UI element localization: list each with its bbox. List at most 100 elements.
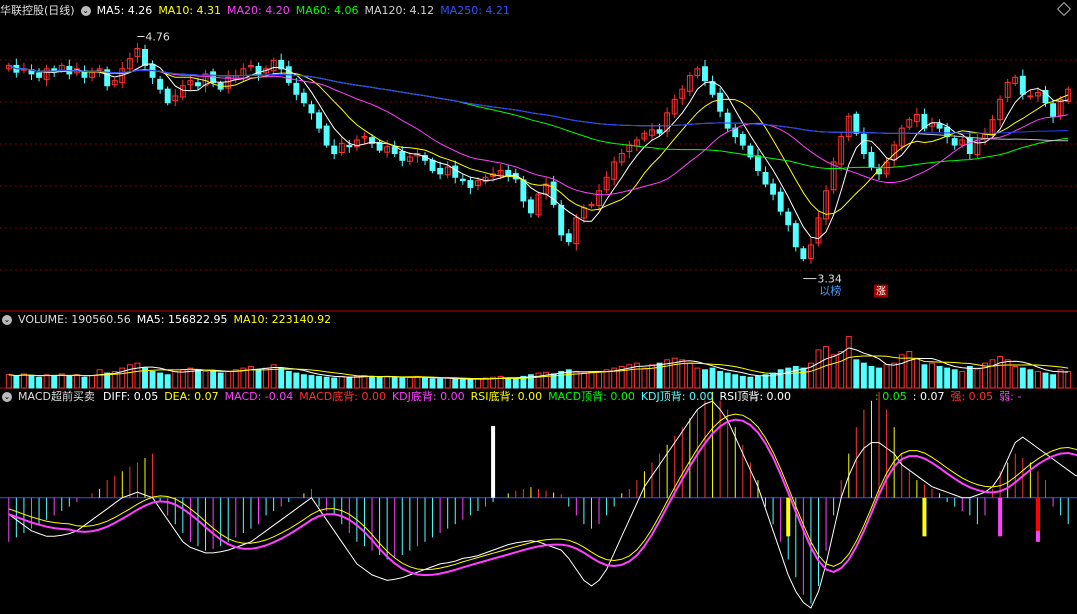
volume-bar [603,369,610,389]
candle-body [399,150,406,161]
candle-body [308,104,315,114]
candle-body [467,180,474,188]
volume-bar [300,374,307,389]
diff-line [8,400,1077,609]
candle-body [853,113,860,134]
volume-bar [906,351,913,389]
volume-bar [989,359,996,389]
volume-bar [96,369,103,389]
tag-label: 以榜 [819,284,841,298]
volume-bar [225,370,232,389]
candle-body [293,82,300,95]
volume-bar [1019,367,1026,389]
candle-body [558,204,565,236]
toggle-chevron-icon[interactable]: ⌄ [80,6,91,16]
candle-body [164,88,171,104]
value1-label: : 0.05 [875,390,907,403]
volume-bar [414,375,421,389]
signal-bar [998,497,1003,537]
volume-bar [58,373,65,389]
volume-bar [1034,370,1041,389]
volume-bar [5,374,12,389]
volume-bar [157,372,164,389]
volume-bar [437,378,444,389]
ma20-label: MA20: 4.20 [227,4,290,17]
volume-bar [588,371,595,389]
volume-bar [1042,372,1049,389]
volume-bar [459,379,466,389]
signal-bar [1035,497,1040,531]
volume-bar [126,364,133,389]
volume-bar [452,378,459,389]
candle-body [142,49,148,66]
volume-bar [28,375,35,389]
volume-bar [702,369,708,389]
ma10-label: MA10: 4.31 [158,4,222,17]
volume-bar [860,362,867,389]
volume-bar [739,375,746,389]
volume-bar [467,379,474,389]
volume-bar [762,374,769,389]
volume-bar [331,377,338,389]
macd-top-label: MACD顶背: 0.00 [548,390,635,403]
volume-bar [1012,365,1019,389]
signal-bar [491,426,496,498]
ma20-line [8,64,1069,196]
volume-bar [717,370,724,389]
candle-body [527,199,534,214]
volume-bar [724,372,731,389]
candle-body [792,223,799,248]
macd-header: ⌄ MACD超前买卖 DIFF: 0.05 DEA: 0.07 MACD: -0.04 M… [0,389,1027,405]
volume-bar [20,373,27,389]
volume-bar [951,369,958,389]
candle-body [709,81,716,95]
volume-bar [777,369,784,389]
candle-body [868,152,875,168]
candle-body [770,183,777,195]
dea-label: DEA: 0.07 [164,390,219,403]
volume-bar [255,369,262,389]
volume-bar [308,375,315,389]
macd-label: MACD: -0.04 [224,390,294,403]
volume-bar [73,374,80,389]
volume-bar [232,369,239,389]
volume-bar [505,377,512,389]
candle-body [785,211,792,226]
volume-bar [800,367,807,389]
candle-body [429,159,436,171]
volume-header: ⌄ VOLUME: 190560.56 MA5: 156822.95 MA10: 22… [0,312,337,328]
candle-body [936,123,943,129]
volume-bar [944,367,951,389]
volume-bar [709,367,716,389]
candle-body [724,112,731,129]
kdj-top-label: KDJ顶背: 0.00 [640,390,714,403]
candle-body [520,179,527,202]
candle-body [157,78,164,90]
volume-bar [89,375,95,389]
volume-bar [278,367,285,389]
volume-bar [876,367,882,389]
volume-bar [747,376,754,389]
volume-bar [422,377,428,389]
candle-body [323,125,330,146]
volume-bar [1050,374,1057,389]
volume-bar [444,377,451,389]
volume-bar [830,354,837,389]
volume-bar [285,370,292,389]
volume-bar [959,370,966,389]
volume-bar [323,376,330,389]
volume-bar [1065,370,1072,389]
candle-body [860,133,867,155]
volume-bar [346,376,353,389]
toggle-chevron-icon[interactable]: ⌄ [2,392,12,402]
toggle-chevron-icon[interactable]: ⌄ [2,315,12,325]
volume-bar [475,378,481,389]
ma5-label: MA5: 4.26 [96,4,153,17]
volume-bar [134,362,141,389]
kdj-bottom-label: KDJ底背: 0.00 [391,390,465,403]
volume-bar [172,370,179,389]
ma60-label: MA60: 4.06 [295,4,359,17]
candle-body [717,92,724,112]
volume-bar [853,359,860,389]
signal-bar [786,497,791,537]
